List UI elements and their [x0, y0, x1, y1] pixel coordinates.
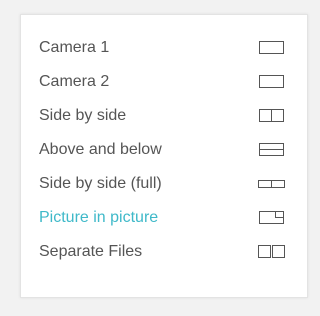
menu-item-label: Camera 2 [39, 73, 110, 90]
menu-item-camera-2[interactable]: Camera 2 [21, 65, 307, 99]
single-frame-icon [251, 40, 291, 58]
menu-item-label: Above and below [39, 141, 162, 158]
split-vertical-wide-icon [251, 176, 291, 194]
split-vertical-icon [251, 108, 291, 126]
menu-item-picture-in-picture[interactable]: Picture in picture [21, 201, 307, 235]
menu-item-camera-1[interactable]: Camera 1 [21, 31, 307, 65]
menu-item-label: Picture in picture [39, 209, 159, 226]
menu-item-side-by-side[interactable]: Side by side [21, 99, 307, 133]
menu-item-separate-files[interactable]: Separate Files [21, 235, 307, 269]
split-horizontal-icon [251, 142, 291, 160]
menu-item-label: Side by side (full) [39, 175, 162, 192]
menu-item-label: Side by side [39, 107, 127, 124]
separate-files-icon [251, 244, 291, 262]
layout-menu: Camera 1 Camera 2 Side by side Above and… [20, 14, 308, 298]
single-frame-icon [251, 74, 291, 92]
menu-item-side-by-side-full[interactable]: Side by side (full) [21, 167, 307, 201]
menu-item-label: Separate Files [39, 243, 143, 260]
menu-item-above-and-below[interactable]: Above and below [21, 133, 307, 167]
picture-in-picture-icon [251, 210, 291, 228]
menu-item-label: Camera 1 [39, 39, 110, 56]
